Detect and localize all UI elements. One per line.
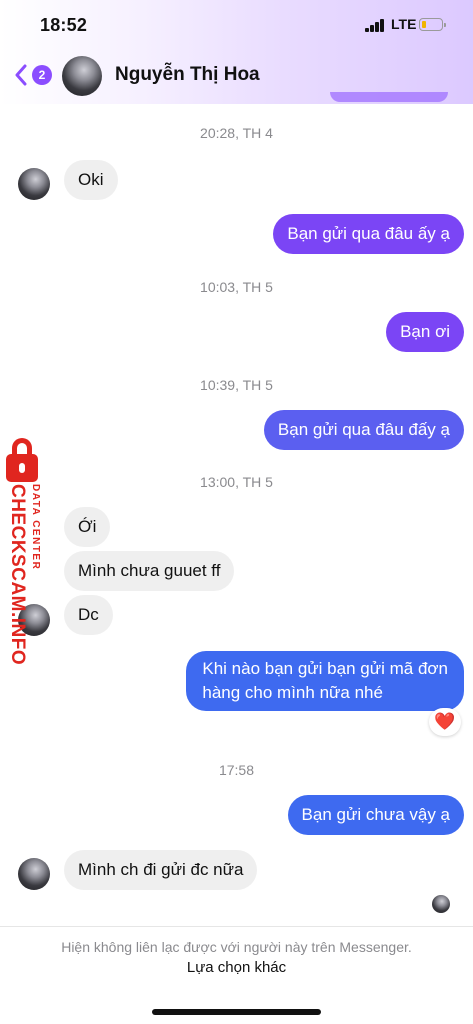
message-line: hàng cho mình nữa nhé [202,683,383,702]
timestamp: 13:00, TH 5 [200,474,273,490]
read-receipt-avatar [432,895,450,913]
incoming-message[interactable]: Ới [64,507,111,547]
sender-avatar[interactable] [18,858,50,890]
timestamp: 17:58 [218,762,255,778]
outgoing-message[interactable]: Bạn gửi qua đâu đấy ạ [263,410,464,450]
cellular-signal-icon [365,19,384,32]
home-indicator[interactable] [152,1009,321,1015]
outgoing-message[interactable]: Bạn gửi qua đâu ấy ạ [273,214,464,254]
contact-name[interactable]: Nguyễn Thị Hoa [115,64,260,86]
incoming-message[interactable]: Oki [64,160,118,200]
contact-avatar[interactable] [62,56,102,96]
status-time: 18:52 [40,15,88,35]
outgoing-message[interactable]: Khi nào bạn gửi bạn gửi mã đơn hàng cho … [186,651,464,711]
watermark-sub-text: DATA CENTER [30,484,41,571]
back-button[interactable]: 2 [14,62,54,88]
previous-message-edge [330,92,448,102]
checkscam-watermark: CHECKSCAM.INFO DATA CENTER [3,436,51,666]
unread-count-badge: 2 [32,65,52,85]
unavailable-notice: Hiện không liên lạc được với người này t… [61,939,412,955]
outgoing-message[interactable]: Bạn ơi [386,312,464,352]
heart-reaction-icon[interactable]: ❤️ [429,708,461,736]
chevron-left-icon [15,64,27,86]
incoming-message[interactable]: Mình ch đi gửi đc nữa [64,850,258,890]
network-type: LTE [391,16,417,32]
watermark-main-text: CHECKSCAM.INFO [7,484,28,666]
timestamp: 10:39, TH 5 [200,377,273,393]
incoming-message[interactable]: Mình chưa guuet ff [64,551,235,591]
timestamp: 10:03, TH 5 [200,279,273,295]
other-options-link[interactable]: Lựa chọn khác [0,959,473,976]
sender-avatar[interactable] [18,168,50,200]
outgoing-message[interactable]: Bạn gửi chưa vậy ạ [287,795,464,835]
incoming-message[interactable]: Dc [64,595,113,635]
footer-divider [0,926,473,927]
message-line: Khi nào bạn gửi bạn gửi mã đơn [202,659,448,678]
timestamp: 20:28, TH 4 [200,125,273,141]
battery-icon [419,18,446,31]
